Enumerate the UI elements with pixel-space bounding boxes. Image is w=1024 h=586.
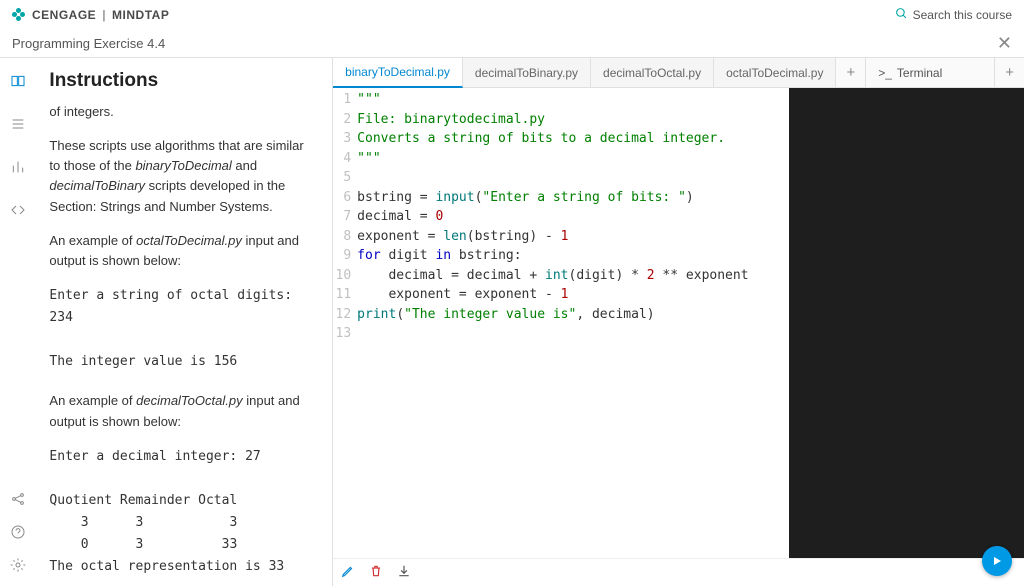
run-button[interactable]	[982, 546, 1012, 576]
download-icon[interactable]	[397, 564, 411, 581]
instruction-paragraph: of integers.	[49, 102, 312, 122]
instructions-heading: Instructions	[49, 70, 312, 92]
cengage-logo-icon	[12, 8, 26, 22]
code-content[interactable]: """File: binarytodecimal.pyConverts a st…	[357, 90, 789, 558]
terminal-panel[interactable]	[789, 88, 1024, 558]
editor-area: binaryToDecimal.pydecimalToBinary.pydeci…	[333, 58, 1024, 586]
new-terminal-button[interactable]: +	[995, 64, 1024, 81]
search-group[interactable]: Search this course	[895, 7, 1012, 23]
example-output-block: Enter a decimal integer: 27 Quotient Rem…	[49, 446, 312, 579]
editor-toolbar	[333, 558, 1024, 586]
activity-icon-column	[0, 58, 35, 586]
search-placeholder: Search this course	[913, 8, 1012, 22]
delete-icon[interactable]	[369, 564, 383, 581]
edit-icon[interactable]	[341, 564, 355, 581]
brand-logo-group: CENGAGE | MINDTAP	[12, 8, 169, 22]
search-icon	[895, 7, 908, 23]
instruction-paragraph: An example of octalToDecimal.py input an…	[49, 231, 312, 271]
file-tab[interactable]: binaryToDecimal.py	[333, 58, 463, 88]
file-tab[interactable]: decimalToBinary.py	[463, 58, 591, 87]
terminal-tab-label: Terminal	[897, 66, 942, 80]
code-icon[interactable]	[10, 202, 26, 221]
brand-name-2: MINDTAP	[112, 8, 169, 22]
instructions-icon[interactable]	[10, 73, 26, 92]
terminal-prompt-icon: >_	[878, 66, 892, 80]
terminal-tab[interactable]: >_ Terminal	[865, 58, 995, 87]
checklist-icon[interactable]	[10, 116, 26, 135]
brand-separator: |	[102, 8, 106, 22]
close-icon[interactable]: ✕	[997, 33, 1012, 54]
new-tab-button[interactable]: +	[836, 64, 865, 81]
settings-icon[interactable]	[10, 557, 26, 576]
code-editor[interactable]: 12345678910111213 """File: binarytodecim…	[333, 88, 789, 558]
help-icon[interactable]	[10, 524, 26, 543]
share-icon[interactable]	[10, 491, 26, 510]
line-numbers: 12345678910111213	[333, 90, 357, 558]
file-tab[interactable]: octalToDecimal.py	[714, 58, 836, 87]
editor-tabs: binaryToDecimal.pydecimalToBinary.pydeci…	[333, 58, 1024, 88]
page-title: Programming Exercise 4.4	[12, 36, 165, 51]
instruction-paragraph: An example of decimalToOctal.py input an…	[49, 391, 312, 431]
file-tab[interactable]: decimalToOctal.py	[591, 58, 714, 87]
example-output-block: Enter a string of octal digits: 234 The …	[49, 285, 312, 373]
instruction-paragraph: These scripts use algorithms that are si…	[49, 136, 312, 217]
brand-name-1: CENGAGE	[32, 8, 96, 22]
chart-icon[interactable]	[10, 159, 26, 178]
instructions-panel: Instructions of integers. These scripts …	[35, 58, 333, 586]
